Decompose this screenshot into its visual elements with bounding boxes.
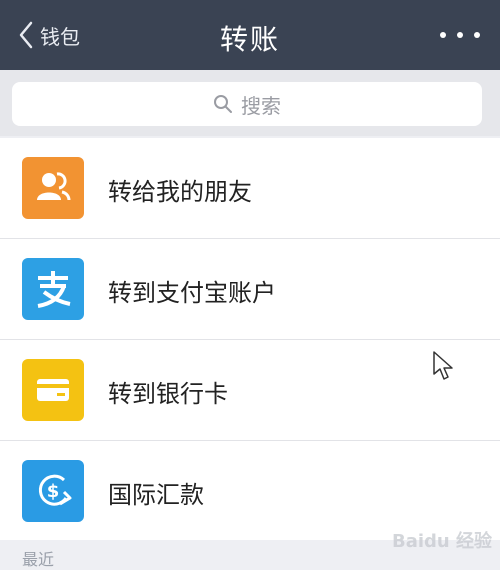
more-dot-icon (457, 32, 463, 38)
svg-text:$: $ (47, 481, 60, 502)
list-item-transfer-to-bank-card[interactable]: 转到银行卡 (0, 340, 500, 441)
list-item-transfer-to-friend[interactable]: 转给我的朋友 (0, 138, 500, 239)
more-dot-icon (440, 32, 446, 38)
search-bar: 搜索 (0, 70, 500, 136)
item-label: 转到银行卡 (108, 380, 228, 408)
item-label: 转到支付宝账户 (108, 279, 276, 307)
item-label: 转给我的朋友 (108, 178, 252, 206)
mouse-cursor-icon (433, 351, 453, 380)
section-label: 最近 (22, 550, 55, 569)
page-title: 转账 (219, 23, 280, 56)
bank-card-icon (22, 359, 84, 421)
friend-icon (22, 157, 84, 219)
item-label: 国际汇款 (108, 481, 204, 509)
more-button[interactable] (440, 20, 480, 50)
international-remittance-icon: $ (22, 460, 84, 522)
search-placeholder: 搜索 (241, 93, 281, 118)
nav-bar: 钱包 转账 (0, 0, 500, 70)
watermark: Baidu 经验 (391, 531, 492, 552)
alipay-icon (22, 258, 84, 320)
search-input[interactable]: 搜索 (12, 82, 482, 126)
search-icon (214, 95, 232, 113)
list-item-transfer-to-alipay[interactable]: 转到支付宝账户 (0, 239, 500, 340)
transfer-options-list: 转给我的朋友 转到支付宝账户 转到银行卡 $ 国际汇款 (0, 138, 500, 541)
more-dot-icon (474, 32, 480, 38)
list-item-international-remittance[interactable]: $ 国际汇款 (0, 441, 500, 541)
